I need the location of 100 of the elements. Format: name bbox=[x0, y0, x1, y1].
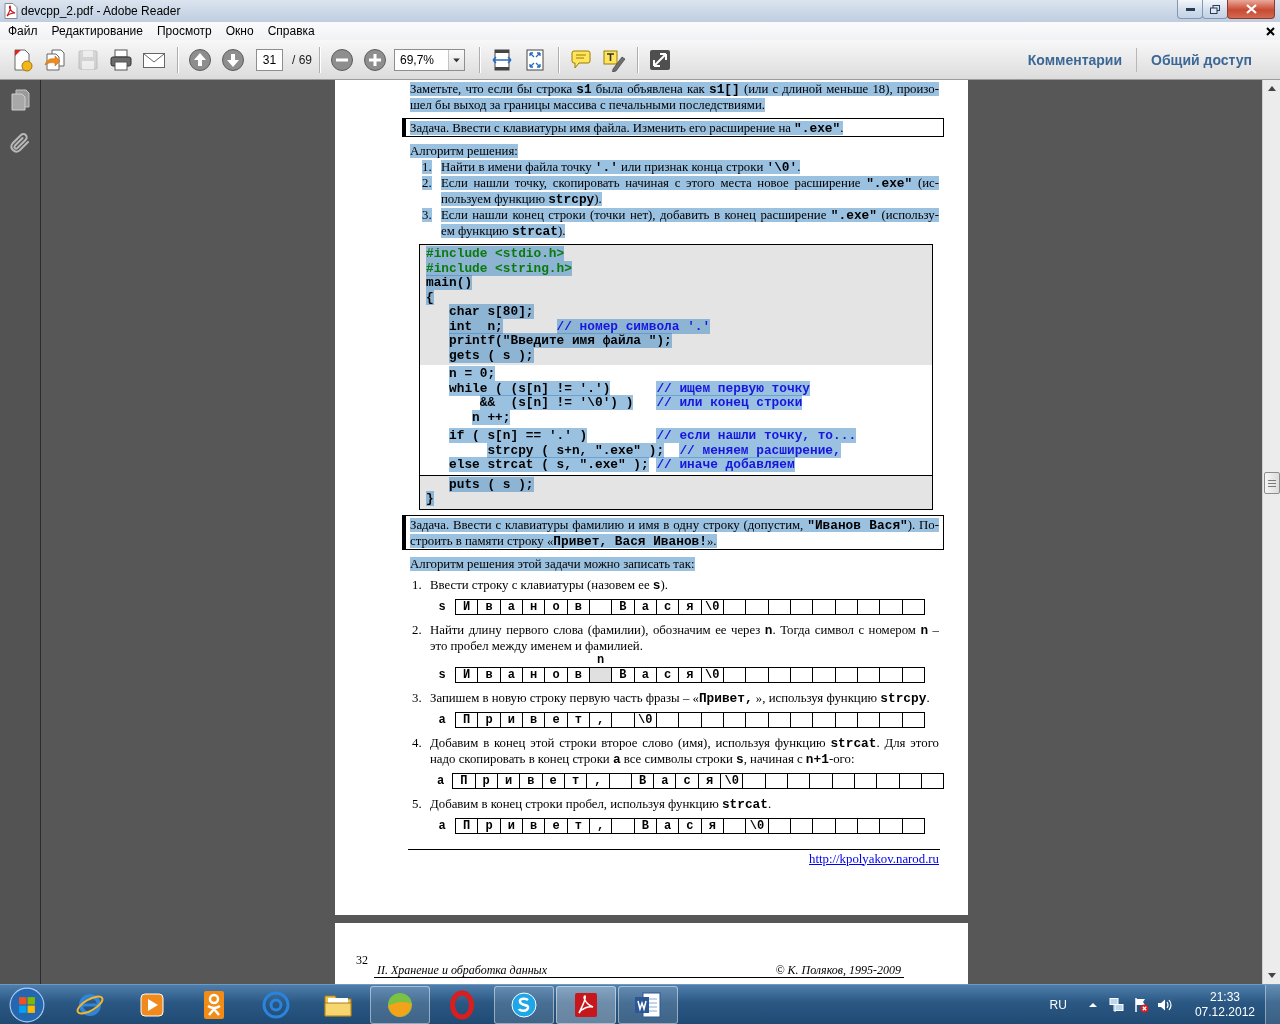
array-cell: с bbox=[655, 598, 680, 615]
arrow-up-icon[interactable] bbox=[188, 47, 212, 72]
link[interactable]: http://kpolyakov.narod.ru bbox=[809, 850, 939, 867]
menu-item[interactable]: Окно bbox=[218, 24, 261, 38]
taskbar-button[interactable] bbox=[618, 985, 678, 1024]
code-line: && (s[n] != '\0') ) // или конец строки bbox=[478, 396, 803, 411]
arrow-down-icon[interactable] bbox=[221, 47, 245, 72]
array-cell: а bbox=[653, 772, 677, 789]
pane-button[interactable]: Комментарии bbox=[1013, 47, 1137, 72]
array-cell: В bbox=[611, 598, 635, 615]
array-cell: е bbox=[544, 711, 568, 728]
pages-icon[interactable] bbox=[8, 88, 32, 112]
array-cell: \0 bbox=[745, 817, 769, 834]
section-heading: Алгоритм решения: bbox=[409, 143, 519, 159]
minus-circle-icon[interactable] bbox=[330, 47, 354, 72]
triangle-up-icon[interactable] bbox=[1267, 86, 1276, 91]
pane-button[interactable]: Общий доступ bbox=[1136, 47, 1266, 72]
list-item-text: Найти в имени файла точку '.' или признак конца строки '\0'. bbox=[441, 159, 802, 175]
section-heading: Алгоритм решения этой задачи можно записать так: bbox=[409, 555, 696, 572]
window-title: devcpp_2.pdf - Adobe Reader bbox=[21, 4, 181, 18]
array-cell: т bbox=[566, 817, 590, 834]
scrollbar[interactable] bbox=[1262, 80, 1280, 984]
list-number: 2. bbox=[422, 175, 433, 191]
show-desktop-button[interactable] bbox=[1265, 984, 1280, 1024]
step-text: Запишем в новую строку первую часть фразы – «Привет, », используя функцию strcpy. bbox=[430, 689, 931, 706]
array-cell: П bbox=[455, 817, 479, 834]
pointer-label: n bbox=[597, 653, 605, 666]
close-icon[interactable] bbox=[1266, 26, 1275, 36]
array-cell: , bbox=[588, 817, 613, 834]
array-label: s bbox=[437, 599, 447, 614]
array-cell: а bbox=[655, 817, 680, 834]
copyright-text: © К. Поляков, 1995-2009 bbox=[775, 963, 901, 977]
clock[interactable]: 21:33 07.12.2012 bbox=[1194, 989, 1255, 1020]
array-cell: р bbox=[477, 817, 501, 834]
paperclip-icon[interactable] bbox=[8, 131, 32, 155]
network-icon[interactable] bbox=[1108, 996, 1125, 1013]
list-number: 5. bbox=[412, 795, 423, 812]
array-cell: В bbox=[630, 772, 655, 789]
array-cell: а bbox=[499, 666, 523, 683]
scrollbar-thumb[interactable] bbox=[1263, 472, 1280, 494]
step-text: Добавим в конец строки пробел, используя функцию strcat. bbox=[430, 795, 773, 812]
menu-item[interactable]: Файл bbox=[1, 24, 45, 38]
array-cell: \0 bbox=[700, 666, 724, 683]
expand-arrows-icon[interactable] bbox=[648, 47, 672, 72]
array-cell: т bbox=[566, 711, 590, 728]
documents-arrow-icon[interactable] bbox=[43, 47, 67, 72]
text-pencil-icon[interactable] bbox=[602, 47, 626, 72]
code-line: while ( (s[n] != '.') // ищем первую точку bbox=[448, 381, 810, 396]
list-number: 1. bbox=[422, 159, 433, 175]
array-cell: в bbox=[566, 598, 590, 615]
page-count: / 69 bbox=[292, 52, 312, 67]
triangle-down-icon[interactable] bbox=[1267, 973, 1276, 978]
list-item-text: Если нашли конец строки (точки нет), добавить в конец расширение ".exe" (использу- ем функцию strcat). bbox=[441, 207, 940, 239]
start-orb-icon bbox=[9, 986, 45, 1023]
chapter-title: II. Хранение и обработка данных bbox=[377, 963, 548, 977]
array-label: a bbox=[437, 818, 447, 833]
minimize-button[interactable] bbox=[1177, 0, 1203, 19]
array-cell: В bbox=[633, 817, 657, 834]
caret-icon bbox=[448, 49, 464, 70]
grip-icon bbox=[1267, 479, 1276, 487]
array-cell: и bbox=[499, 711, 523, 728]
printer-icon[interactable] bbox=[109, 47, 133, 72]
code-line: else strcat ( s, ".exe" ); // иначе добавляем bbox=[448, 458, 795, 473]
array-cell: с bbox=[678, 817, 702, 834]
array-cell: е bbox=[544, 817, 568, 834]
language-indicator[interactable]: RU bbox=[1049, 997, 1067, 1012]
code-line: if ( s[n] == '.' ) // если нашли точку, то... bbox=[448, 429, 857, 444]
array-cell: , bbox=[588, 711, 613, 728]
list-number: 2. bbox=[412, 621, 423, 638]
array-cell: я bbox=[700, 817, 724, 834]
array-cell: и bbox=[496, 772, 521, 789]
array-label: a bbox=[437, 773, 445, 788]
array-label: s bbox=[437, 667, 447, 682]
array-cell: я bbox=[678, 666, 702, 683]
paragraph: Заметьте, что если бы строка s1 была объявлена как s1[] (или с длиной меньше 18), произо- шел бы выход за границы массива с печальными последствиями. bbox=[409, 81, 940, 113]
array-cell: , bbox=[586, 772, 610, 789]
array-cell: \0 bbox=[633, 711, 657, 728]
page-width-icon[interactable] bbox=[490, 47, 514, 72]
close-icon bbox=[1245, 4, 1257, 14]
list-item-text: Если нашли точку, скопировать начиная с этого места новое расширение ".exe" (ис- пользуем функцию strcpy). bbox=[441, 175, 940, 207]
menu-item[interactable]: Редактирование bbox=[44, 24, 150, 38]
task-text: Задача. Ввести с клавиатуры имя файла. Изменить его расширение на ".exe". bbox=[410, 120, 845, 136]
menu-item[interactable]: Просмотр bbox=[149, 24, 219, 38]
menu-item[interactable]: Справка bbox=[260, 24, 322, 38]
array-cell: а bbox=[633, 666, 657, 683]
task-text: Задача. Ввести с клавиатуры фамилию и имя в одну строку (допустим, "Иванов Вася"). По- строить в памяти строку «Привет, Вася Иванов!». bbox=[410, 516, 939, 549]
taskbar-button[interactable] bbox=[494, 985, 554, 1024]
plus-circle-icon[interactable] bbox=[363, 47, 387, 72]
page-number-field[interactable]: 31 bbox=[256, 48, 283, 71]
array-cell: в bbox=[522, 711, 546, 728]
zoom-combobox[interactable]: 69,7% bbox=[394, 48, 465, 71]
array-cell: \0 bbox=[720, 772, 744, 789]
restore-button[interactable] bbox=[1202, 0, 1228, 19]
array-cell: И bbox=[455, 666, 479, 683]
close-button[interactable] bbox=[1227, 0, 1275, 19]
array-cell: И bbox=[455, 598, 479, 615]
array-cell: т bbox=[563, 772, 588, 789]
array-cell: П bbox=[452, 772, 476, 789]
page-fit-icon[interactable] bbox=[523, 47, 547, 72]
flag-error-icon[interactable] bbox=[1132, 996, 1149, 1013]
